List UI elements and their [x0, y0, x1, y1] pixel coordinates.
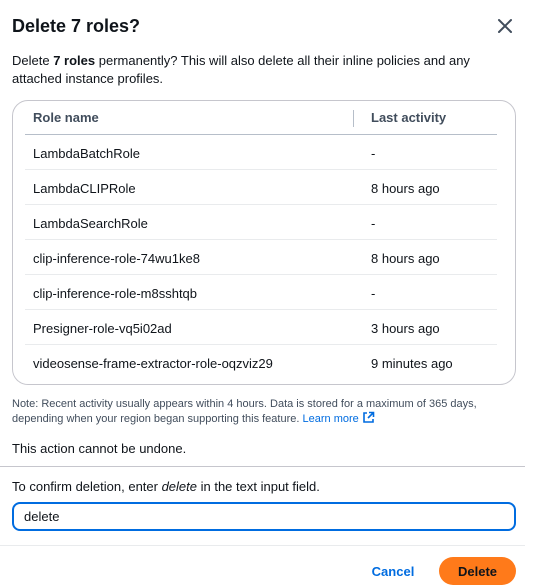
confirm-delete-input[interactable] — [12, 502, 516, 531]
role-name-cell: clip-inference-role-m8sshtqb — [33, 286, 198, 301]
table-row: videosense-frame-extractor-role-oqzviz29… — [25, 345, 497, 380]
roles-table: Role name Last activity LambdaBatchRole … — [12, 100, 516, 385]
role-name-cell: LambdaSearchRole — [33, 216, 148, 231]
cancel-button[interactable]: Cancel — [360, 557, 426, 585]
last-activity-cell: 3 hours ago — [371, 321, 440, 336]
column-header-role-name: Role name — [33, 110, 99, 125]
intro-prefix: Delete — [12, 53, 54, 68]
modal-title: Delete 7 roles? — [12, 16, 141, 36]
last-activity-cell: - — [371, 146, 376, 161]
table-row: clip-inference-role-m8sshtqb - — [25, 275, 497, 310]
external-link-icon — [362, 411, 375, 428]
confirm-instruction: To confirm deletion, enter delete in the… — [12, 479, 320, 494]
last-activity-cell: 8 hours ago — [371, 181, 440, 196]
close-button[interactable] — [493, 14, 517, 38]
table-row: LambdaSearchRole - — [25, 205, 497, 240]
confirm-keyword: delete — [161, 479, 197, 494]
last-activity-cell: 9 minutes ago — [371, 356, 453, 371]
role-name-cell: clip-inference-role-74wu1ke8 — [33, 251, 200, 266]
section-divider — [0, 466, 525, 467]
irreversible-warning: This action cannot be undone. — [12, 441, 187, 456]
modal-header: Delete 7 roles? — [12, 14, 525, 40]
footer-divider — [0, 545, 525, 546]
learn-more-link[interactable]: Learn more — [302, 411, 375, 428]
role-name-cell: LambdaCLIPRole — [33, 181, 136, 196]
close-icon — [498, 19, 512, 33]
last-activity-cell: - — [371, 286, 376, 301]
last-activity-cell: - — [371, 216, 376, 231]
role-name-cell: videosense-frame-extractor-role-oqzviz29 — [33, 356, 273, 371]
delete-roles-modal: Delete 7 roles? Delete 7 roles permanent… — [0, 0, 537, 588]
intro-text: Delete 7 roles permanently? This will al… — [12, 52, 492, 88]
table-row: Presigner-role-vq5i02ad 3 hours ago — [25, 310, 497, 345]
note-text: Note: Recent activity usually appears wi… — [12, 398, 477, 425]
column-header-last-activity: Last activity — [371, 110, 447, 125]
table-row: clip-inference-role-74wu1ke8 8 hours ago — [25, 240, 497, 275]
last-activity-cell: 8 hours ago — [371, 251, 440, 266]
activity-note: Note: Recent activity usually appears wi… — [12, 397, 502, 428]
delete-button[interactable]: Delete — [439, 557, 516, 585]
role-name-cell: LambdaBatchRole — [33, 146, 140, 161]
table-row: LambdaCLIPRole 8 hours ago — [25, 170, 497, 205]
learn-more-label: Learn more — [302, 413, 359, 425]
role-name-cell: Presigner-role-vq5i02ad — [33, 321, 172, 336]
confirm-prefix: To confirm deletion, enter — [12, 479, 162, 494]
table-row: LambdaBatchRole - — [25, 135, 497, 170]
intro-bold: 7 roles — [53, 53, 96, 68]
confirm-suffix: in the text input field. — [197, 479, 320, 494]
column-divider — [353, 110, 354, 127]
